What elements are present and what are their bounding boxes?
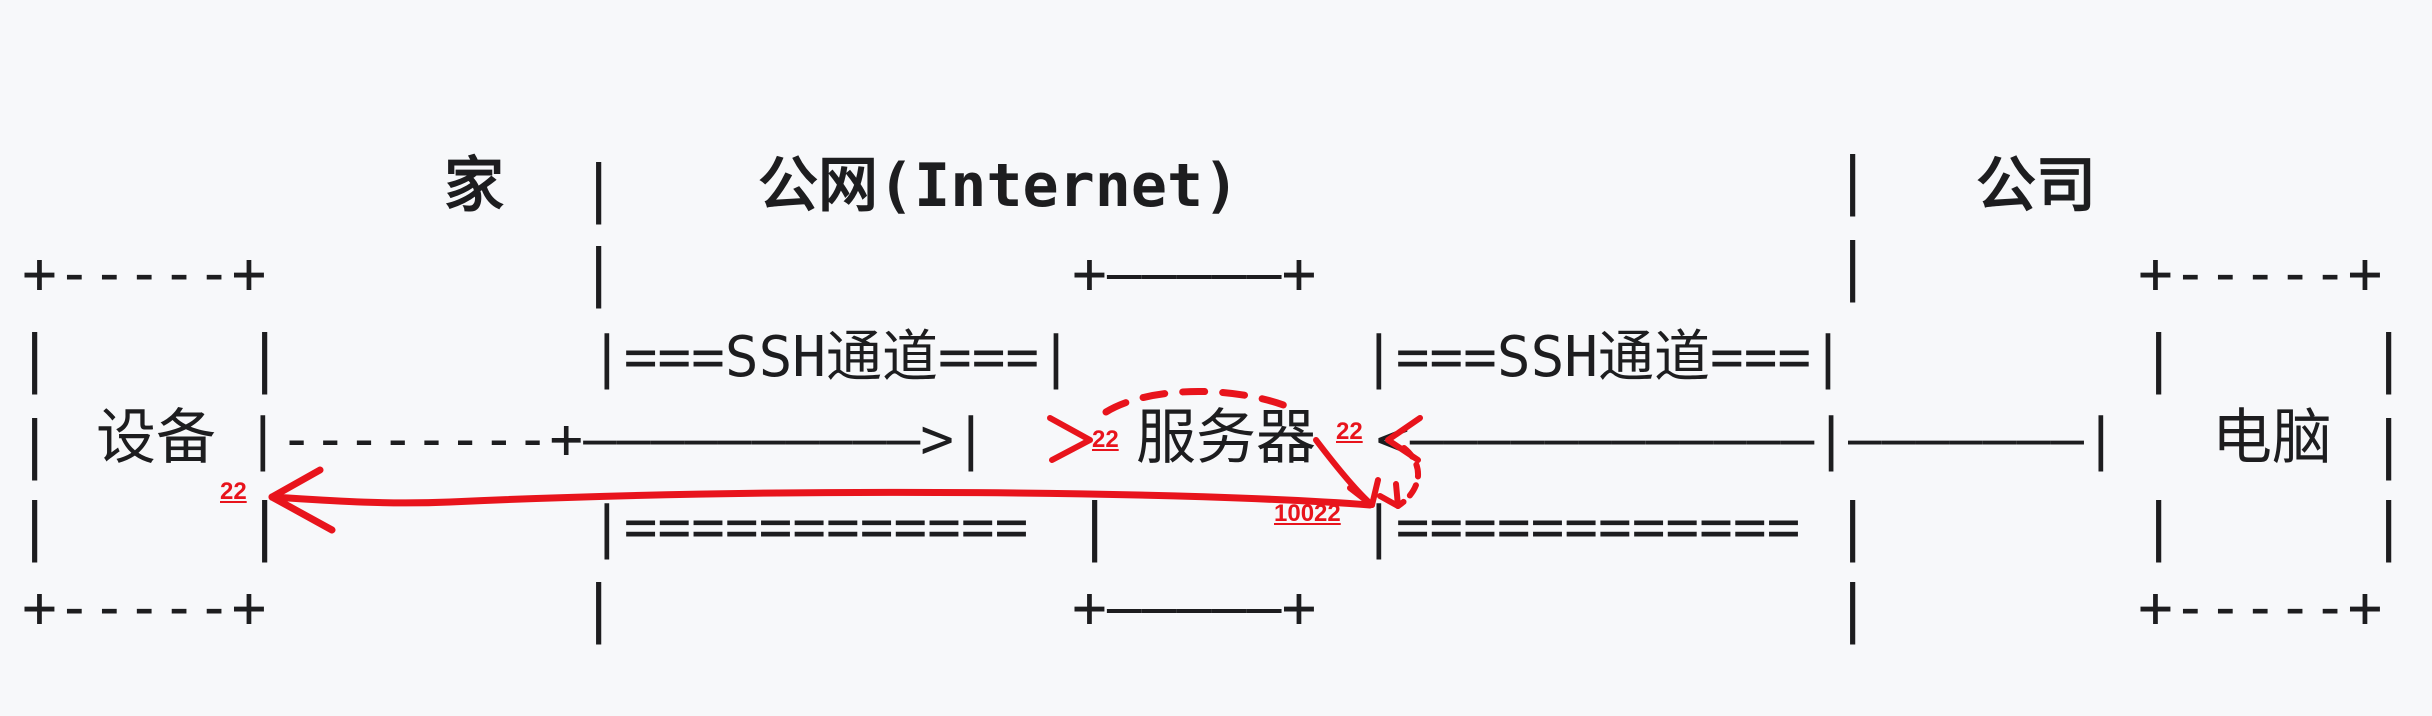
red-annotation-layer (268, 388, 1423, 534)
loop-right-arrow-head-icon (1377, 481, 1401, 509)
port-label-server-in: 22 (1092, 426, 1119, 453)
port-label-server-right: 22 (1336, 418, 1363, 445)
server-right-arrow-icon (1385, 415, 1423, 463)
port-label-forward: 10022 (1274, 500, 1341, 527)
server-in-arrow-icon (1047, 415, 1093, 463)
server-dashed-arc (1102, 388, 1300, 416)
forward-arrow-line (268, 488, 1374, 509)
port-label-device: 22 (220, 478, 247, 505)
